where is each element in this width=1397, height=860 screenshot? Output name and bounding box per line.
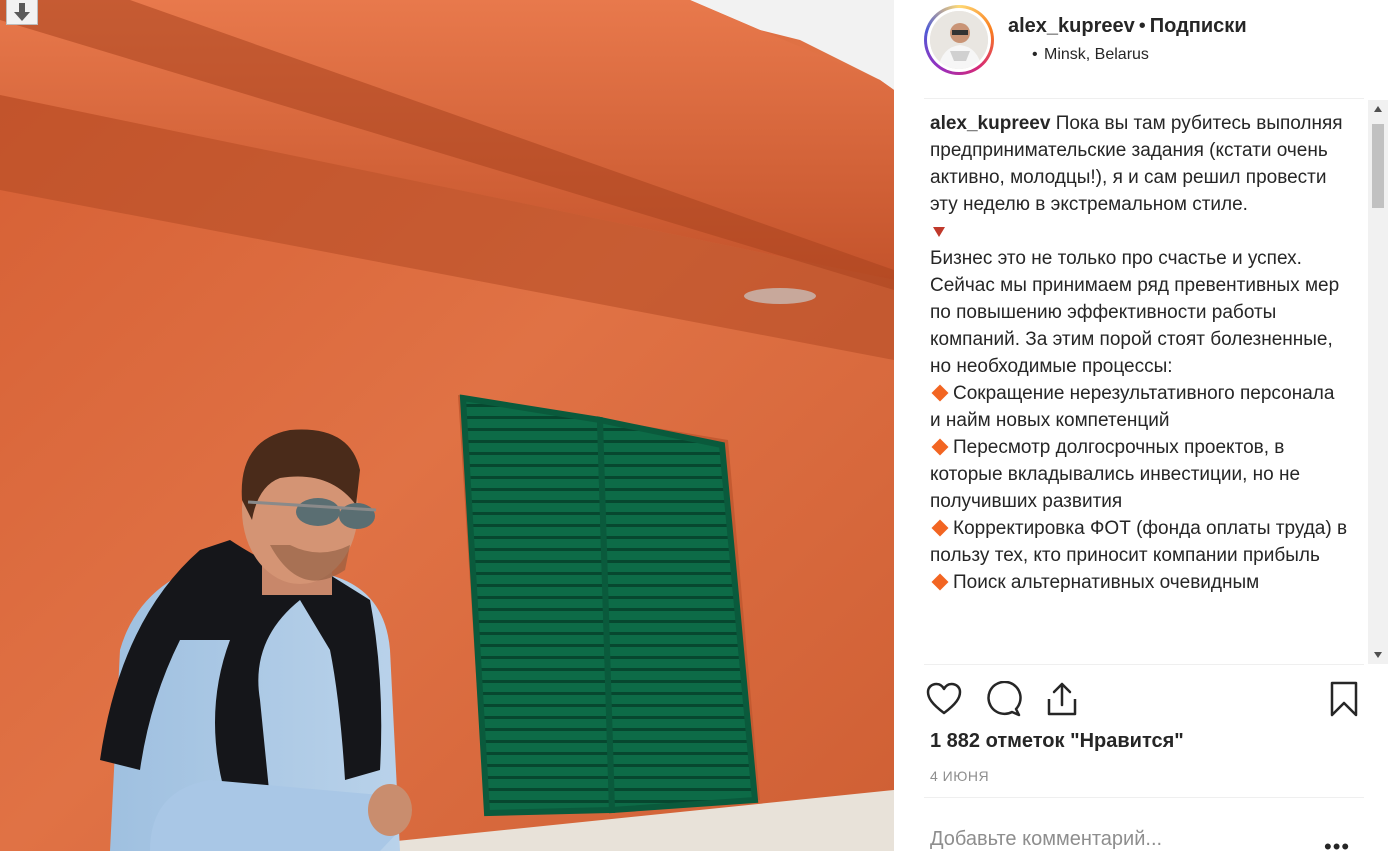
caption-bullet: Сокращение нерезультативного персонала и… bbox=[930, 383, 1335, 431]
red-triangle-icon bbox=[933, 227, 945, 237]
orange-diamond-icon bbox=[931, 519, 949, 537]
caption-bullet: Поиск альтернативных очевидным bbox=[930, 569, 1350, 596]
comment-section: Добавьте комментарий... ••• bbox=[924, 797, 1364, 859]
scrollbar-thumb[interactable] bbox=[1372, 124, 1384, 208]
orange-diamond-icon bbox=[931, 384, 949, 402]
post-sidebar: alex_kupreev • Подписки • Minsk, Belarus a… bbox=[894, 0, 1397, 859]
avatar[interactable] bbox=[924, 5, 994, 75]
comment-input[interactable]: Добавьте комментарий... bbox=[930, 828, 1162, 851]
header-username[interactable]: alex_kupreev bbox=[1008, 15, 1135, 37]
post-date: 4 ИЮНЯ bbox=[930, 768, 990, 784]
following-button[interactable]: Подписки bbox=[1150, 15, 1247, 37]
caption-body: Бизнес это не только про счастье и успех… bbox=[930, 248, 1340, 377]
post-photo[interactable] bbox=[0, 0, 894, 851]
action-bar bbox=[924, 664, 1364, 731]
download-arrow-icon[interactable] bbox=[6, 0, 38, 25]
scroll-up-arrow-icon[interactable] bbox=[1368, 100, 1388, 118]
caption-scrollbar[interactable] bbox=[1368, 100, 1388, 664]
photo-image bbox=[0, 0, 894, 851]
caption-text: alex_kupreev Пока вы там рубитесь выполн… bbox=[930, 110, 1350, 596]
caption-username[interactable]: alex_kupreev bbox=[930, 113, 1050, 134]
share-icon[interactable] bbox=[1042, 679, 1082, 719]
header-separator: • bbox=[1138, 15, 1146, 37]
orange-diamond-icon bbox=[931, 438, 949, 456]
orange-diamond-icon bbox=[931, 573, 949, 591]
more-options-icon[interactable]: ••• bbox=[1324, 834, 1350, 860]
location-dot: • bbox=[1032, 46, 1038, 63]
caption-container[interactable]: alex_kupreev Пока вы там рубитесь выполн… bbox=[930, 110, 1350, 663]
likes-count[interactable]: 1 882 отметок "Нравится" bbox=[930, 730, 1184, 753]
bookmark-icon[interactable] bbox=[1324, 679, 1364, 719]
scroll-down-arrow-icon[interactable] bbox=[1368, 646, 1388, 664]
caption-bullet: Корректировка ФОТ (фонда оплаты труда) в… bbox=[930, 518, 1348, 566]
location-link[interactable]: Minsk, Belarus bbox=[1044, 46, 1149, 64]
comment-icon[interactable] bbox=[984, 679, 1024, 719]
post-header: alex_kupreev • Подписки • Minsk, Belarus bbox=[924, 0, 1364, 99]
caption-bullet: Пересмотр долгосрочных проектов, в котор… bbox=[930, 437, 1301, 512]
heart-icon[interactable] bbox=[924, 679, 964, 719]
